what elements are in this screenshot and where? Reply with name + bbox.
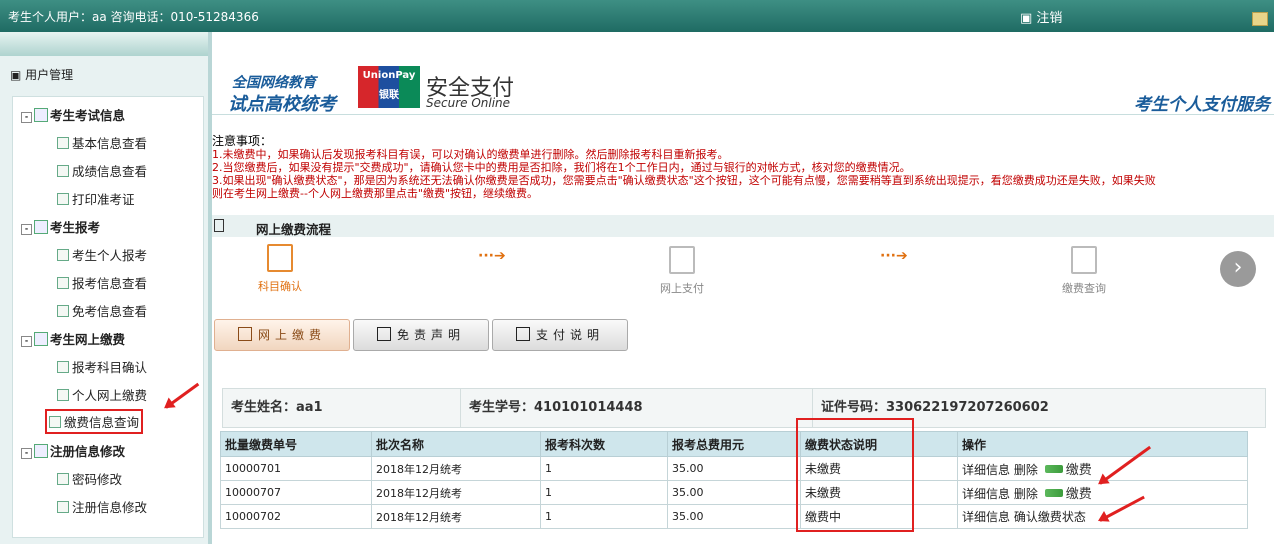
table-header: 批量缴费单号 批次名称 报考科次数 报考总费用元 缴费状态说明 操作 [220, 431, 1248, 457]
menu-tree: - 考生考试信息 基本信息查看 成绩信息查看 打印准考证 - 考生报考 考生个人报考… [12, 96, 204, 538]
card-icon [515, 327, 530, 341]
pay-button[interactable]: 缴费 [1042, 487, 1092, 502]
col-header: 报考科次数 [540, 431, 668, 457]
sidebar-item-exempt-info[interactable]: 免考信息查看 [57, 301, 147, 320]
notice: 注意事项： 1.未缴费中，如果确认后发现报考科目有误，可以对确认的缴费单进行删除… [212, 135, 1274, 201]
folder-icon [34, 108, 48, 122]
notice-line: 则在考生网上缴费--个人网上缴费那里点击"缴费"按钮，继续缴费。 [212, 187, 539, 200]
page-icon [57, 305, 69, 317]
student-info: 考生姓名：aa1 考生学号：410101014448 证件号码：33062219… [222, 388, 1266, 428]
sidebar-item-basic-info[interactable]: 基本信息查看 [57, 133, 147, 152]
search-icon [1071, 246, 1097, 274]
sidebar: ▣ 用户管理 - 考生考试信息 基本信息查看 成绩信息查看 打印准考证 - 考生报考… [0, 32, 212, 544]
folder-icon [34, 220, 48, 234]
step-online-pay: 网上支付 [652, 246, 712, 296]
payment-table: 批量缴费单号 批次名称 报考科次数 报考总费用元 缴费状态说明 操作 10000… [220, 431, 1248, 529]
banner: 全国网络教育 试点高校统考 UnionPay 银联 安全支付 Secure On… [212, 32, 1274, 132]
page-icon [57, 277, 69, 289]
notice-line: 1.未缴费中，如果确认后发现报考科目有误，可以对确认的缴费单进行删除。然后删除报… [212, 148, 729, 161]
tab-disclaimer[interactable]: 免责声明 [353, 319, 489, 351]
delete-link[interactable]: 删除 [1014, 487, 1038, 501]
arrow-right-icon [1044, 465, 1063, 473]
top-bar: 考生个人用户：aa 咨询电话：010-51284366 ▣ 注销 [0, 0, 1274, 32]
col-header: 操作 [957, 431, 1248, 457]
detail-link[interactable]: 详细信息 [962, 487, 1010, 501]
step-payment-query: 缴费查询 [1054, 246, 1114, 296]
page-icon [57, 501, 69, 513]
table-row: 10000702 2018年12月统考 1 35.00 缴费中 详细信息 确认缴… [220, 504, 1248, 529]
status-highlight [796, 418, 914, 532]
page-icon [57, 473, 69, 485]
page-icon [57, 389, 69, 401]
delete-link[interactable]: 删除 [1014, 463, 1038, 477]
edit-icon [267, 244, 293, 272]
page-icon [57, 361, 69, 373]
sidebar-item-subject-confirm[interactable]: 报考科目确认 [57, 357, 147, 376]
secure-subtitle: Secure Online [426, 96, 511, 110]
table-row: 10000701 2018年12月统考 1 35.00 未缴费 详细信息 删除 … [220, 456, 1248, 481]
sidebar-item-print-ticket[interactable]: 打印准考证 [57, 189, 135, 208]
collapse-icon[interactable]: - [21, 448, 32, 459]
table-row: 10000707 2018年12月统考 1 35.00 未缴费 详细信息 删除 … [220, 480, 1248, 505]
logout-link[interactable]: ▣ 注销 [1020, 7, 1062, 26]
service-title: 考生个人支付服务 [1134, 95, 1270, 115]
banner-line1: 全国网络教育 [232, 75, 316, 91]
page-icon [57, 137, 69, 149]
sidebar-item-scores[interactable]: 成绩信息查看 [57, 161, 147, 180]
flow-arrow-icon: ···➔ [478, 248, 506, 264]
page-icon [57, 193, 69, 205]
edit-icon [237, 327, 252, 341]
student-id: 考生学号：410101014448 [461, 389, 813, 427]
sidebar-item-personal-payment[interactable]: 个人网上缴费 [57, 385, 147, 404]
document-icon [214, 219, 224, 232]
group-online-payment[interactable]: - 考生网上缴费 [21, 329, 125, 348]
collapse-icon[interactable]: - [21, 336, 32, 347]
main-content: 全国网络教育 试点高校统考 UnionPay 银联 安全支付 Secure On… [212, 32, 1274, 544]
group-register[interactable]: - 考生报考 [21, 217, 100, 236]
collapse-icon[interactable]: - [21, 224, 32, 235]
flow-arrow-icon: ···➔ [880, 248, 908, 264]
group-exam-info[interactable]: - 考生考试信息 [21, 105, 125, 124]
folder-icon [34, 444, 48, 458]
pay-button[interactable]: 缴费 [1042, 463, 1092, 478]
sidebar-item-payment-query[interactable]: 缴费信息查询 [45, 409, 144, 434]
notice-line: 2.当您缴费后，如果没有提示"交费成功"，请确认您卡中的费用是否扣除，我们将在1… [212, 161, 911, 174]
page-icon [57, 249, 69, 261]
pay-icon [669, 246, 695, 274]
col-header: 报考总费用元 [667, 431, 801, 457]
page-icon [49, 416, 61, 428]
arrow-right-icon [1044, 489, 1063, 497]
sidebar-title: ▣ 用户管理 [10, 68, 74, 82]
user-info: 考生个人用户：aa 咨询电话：010-51284366 [8, 10, 259, 24]
sidebar-item-personal-register[interactable]: 考生个人报考 [57, 245, 147, 264]
unionpay-logo: UnionPay 银联 [358, 66, 420, 108]
group-edit-registration[interactable]: - 注册信息修改 [21, 441, 125, 460]
sidebar-item-register-info[interactable]: 报考信息查看 [57, 273, 147, 292]
confirm-status-button[interactable]: 确认缴费状态 [1014, 510, 1086, 524]
corner-icon[interactable] [1252, 12, 1268, 26]
flow-header: 网上缴费流程 [212, 215, 1274, 237]
tab-online-payment[interactable]: 网上缴费 [214, 319, 350, 351]
student-name: 考生姓名：aa1 [223, 389, 461, 427]
pen-icon [376, 327, 391, 341]
detail-link[interactable]: 详细信息 [962, 463, 1010, 477]
tab-payment-guide[interactable]: 支付说明 [492, 319, 628, 351]
collapse-icon[interactable]: - [21, 112, 32, 123]
col-header: 批量缴费单号 [220, 431, 372, 457]
page-icon [57, 165, 69, 177]
step-subject-confirm: 科目确认 [250, 244, 310, 294]
detail-link[interactable]: 详细信息 [962, 510, 1010, 524]
chevron-right-icon[interactable]: › [1220, 251, 1256, 287]
notice-line: 3.如果出现"确认缴费状态"，那是因为系统还无法确认你缴费是否成功，您需要点击"… [212, 174, 1156, 187]
banner-line2: 试点高校统考 [228, 94, 336, 115]
col-header: 批次名称 [371, 431, 541, 457]
sidebar-item-password[interactable]: 密码修改 [57, 469, 122, 488]
folder-icon [34, 332, 48, 346]
sidebar-item-edit-info[interactable]: 注册信息修改 [57, 497, 147, 516]
